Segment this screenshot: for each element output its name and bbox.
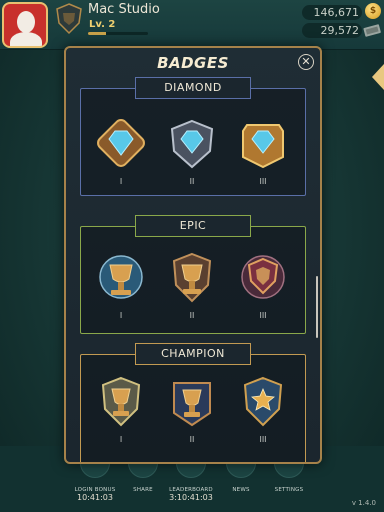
modal-scrollbar[interactable] bbox=[316, 276, 318, 338]
tier-label: I bbox=[119, 311, 123, 320]
epic-badge-2-icon[interactable] bbox=[166, 251, 218, 305]
section-diamond: DIAMOND I II III bbox=[80, 77, 306, 196]
top-bar: Mac Studio Lv. 2 146,671 $ 29,572 bbox=[0, 0, 384, 50]
tier-label: II bbox=[189, 177, 195, 186]
level-shield-icon bbox=[56, 3, 82, 35]
section-champion: CHAMPION I II III bbox=[80, 343, 306, 462]
tier-label: I bbox=[119, 435, 123, 444]
coin-icon[interactable]: $ bbox=[365, 3, 381, 19]
nav-label: SHARE bbox=[133, 487, 153, 493]
avatar-head bbox=[17, 11, 35, 33]
coin-balance: 146,671 bbox=[302, 5, 362, 20]
side-panel-arrow-icon[interactable] bbox=[372, 64, 384, 90]
diamond-badge-1-icon[interactable] bbox=[95, 117, 147, 171]
champion-badge-1-icon[interactable] bbox=[95, 375, 147, 429]
avatar-body bbox=[10, 32, 42, 46]
version-label: v 1.4.0 bbox=[351, 499, 376, 507]
section-label: EPIC bbox=[135, 215, 251, 237]
diamond-badge-3-icon[interactable] bbox=[237, 117, 289, 171]
tier-label: II bbox=[189, 435, 195, 444]
close-button[interactable]: ✕ bbox=[298, 54, 314, 70]
nav-timer: 3:10:41:03 bbox=[169, 493, 213, 502]
cash-balance: 29,572 bbox=[302, 23, 362, 38]
tier-label: III bbox=[259, 177, 267, 186]
player-level: Lv. 2 bbox=[89, 19, 116, 30]
modal-title: BADGES bbox=[157, 54, 229, 72]
avatar[interactable] bbox=[2, 2, 48, 48]
epic-badge-1-icon[interactable] bbox=[95, 251, 147, 305]
badges-modal: BADGES ✕ DIAMOND I II III EPIC I II III … bbox=[64, 46, 322, 464]
section-label: DIAMOND bbox=[135, 77, 251, 99]
section-epic: EPIC I II III bbox=[80, 215, 306, 334]
tier-label: II bbox=[189, 311, 195, 320]
xp-bar bbox=[88, 32, 148, 35]
player-name: Mac Studio bbox=[88, 2, 160, 17]
section-label: CHAMPION bbox=[135, 343, 251, 365]
tier-label: III bbox=[259, 311, 267, 320]
nav-label: SETTINGS bbox=[274, 487, 304, 493]
tier-label: III bbox=[259, 435, 267, 444]
nav-timer: 10:41:03 bbox=[77, 493, 113, 502]
cash-icon[interactable] bbox=[363, 22, 381, 38]
xp-bar-fill bbox=[88, 32, 106, 35]
champion-badge-2-icon[interactable] bbox=[166, 375, 218, 429]
diamond-badge-2-icon[interactable] bbox=[166, 117, 218, 171]
nav-label: NEWS bbox=[232, 487, 250, 493]
tier-label: I bbox=[119, 177, 123, 186]
champion-badge-3-icon[interactable] bbox=[237, 375, 289, 429]
epic-badge-3-icon[interactable] bbox=[237, 251, 289, 305]
